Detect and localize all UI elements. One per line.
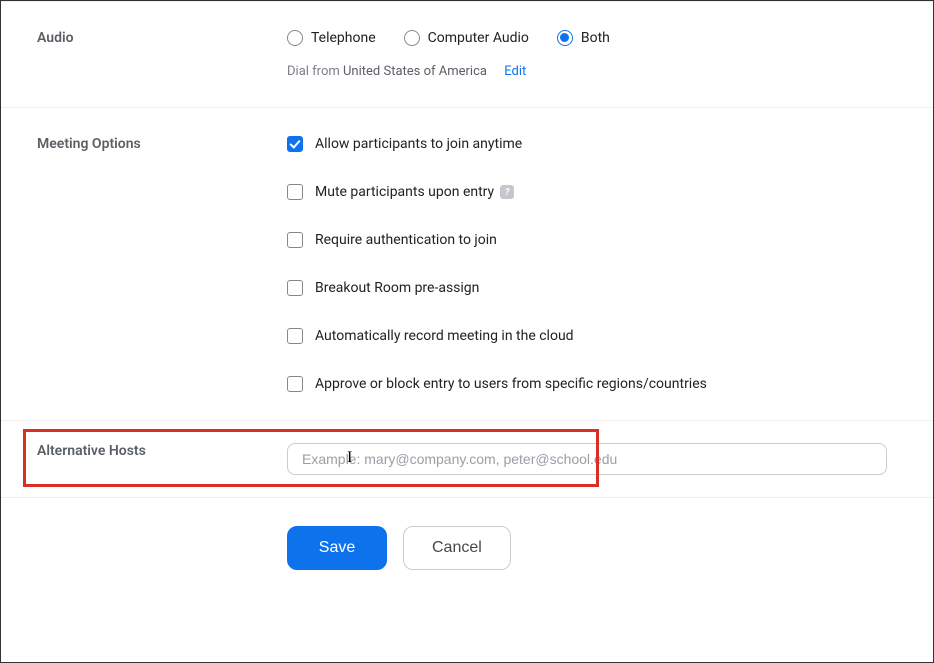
checkbox-auto-record[interactable] bbox=[287, 328, 303, 344]
option-auto-record: Automatically record meeting in the clou… bbox=[287, 328, 897, 344]
checkbox-join-anytime[interactable] bbox=[287, 136, 303, 152]
alt-hosts-label: Alternative Hosts bbox=[37, 443, 287, 475]
radio-label-both: Both bbox=[581, 30, 610, 46]
option-join-anytime: Allow participants to join anytime bbox=[287, 136, 897, 152]
cancel-button[interactable]: Cancel bbox=[403, 526, 511, 570]
label-approve-block: Approve or block entry to users from spe… bbox=[315, 376, 707, 392]
label-mute-entry: Mute participants upon entry ? bbox=[315, 184, 514, 200]
checkbox-require-auth[interactable] bbox=[287, 232, 303, 248]
audio-label: Audio bbox=[37, 30, 287, 79]
alternative-hosts-section: Alternative Hosts I bbox=[1, 421, 933, 498]
dial-from-row: Dial from United States of America Edit bbox=[287, 64, 897, 79]
option-approve-block: Approve or block entry to users from spe… bbox=[287, 376, 897, 392]
label-join-anytime: Allow participants to join anytime bbox=[315, 136, 522, 152]
radio-label-telephone: Telephone bbox=[311, 30, 376, 46]
label-breakout: Breakout Room pre-assign bbox=[315, 280, 479, 296]
checkbox-breakout[interactable] bbox=[287, 280, 303, 296]
meeting-options-section: Meeting Options Allow participants to jo… bbox=[1, 108, 933, 421]
option-require-auth: Require authentication to join bbox=[287, 232, 897, 248]
meeting-options-content: Allow participants to join anytime Mute … bbox=[287, 136, 897, 392]
audio-radio-both[interactable]: Both bbox=[557, 30, 610, 46]
button-row: Save Cancel bbox=[1, 498, 933, 598]
meeting-options-label: Meeting Options bbox=[37, 136, 287, 392]
info-icon[interactable]: ? bbox=[500, 185, 514, 199]
checkbox-mute-entry[interactable] bbox=[287, 184, 303, 200]
alt-hosts-input[interactable] bbox=[287, 443, 887, 475]
option-mute-entry: Mute participants upon entry ? bbox=[287, 184, 897, 200]
audio-radio-telephone[interactable]: Telephone bbox=[287, 30, 376, 46]
radio-icon bbox=[404, 30, 420, 46]
alt-hosts-content: I bbox=[287, 443, 897, 475]
checkbox-approve-block[interactable] bbox=[287, 376, 303, 392]
audio-radio-computer[interactable]: Computer Audio bbox=[404, 30, 529, 46]
label-mute-entry-text: Mute participants upon entry bbox=[315, 184, 494, 200]
edit-link[interactable]: Edit bbox=[504, 64, 526, 79]
label-require-auth: Require authentication to join bbox=[315, 232, 497, 248]
audio-section: Audio Telephone Computer Audio Both Dial… bbox=[1, 1, 933, 108]
dial-country: United States of America bbox=[343, 64, 487, 79]
radio-icon bbox=[557, 30, 573, 46]
audio-content: Telephone Computer Audio Both Dial from … bbox=[287, 30, 897, 79]
radio-label-computer: Computer Audio bbox=[428, 30, 529, 46]
meeting-options-list: Allow participants to join anytime Mute … bbox=[287, 136, 897, 392]
label-auto-record: Automatically record meeting in the clou… bbox=[315, 328, 574, 344]
option-breakout: Breakout Room pre-assign bbox=[287, 280, 897, 296]
radio-icon bbox=[287, 30, 303, 46]
save-button[interactable]: Save bbox=[287, 526, 387, 570]
dial-prefix: Dial from bbox=[287, 64, 340, 79]
audio-radio-row: Telephone Computer Audio Both bbox=[287, 30, 897, 46]
